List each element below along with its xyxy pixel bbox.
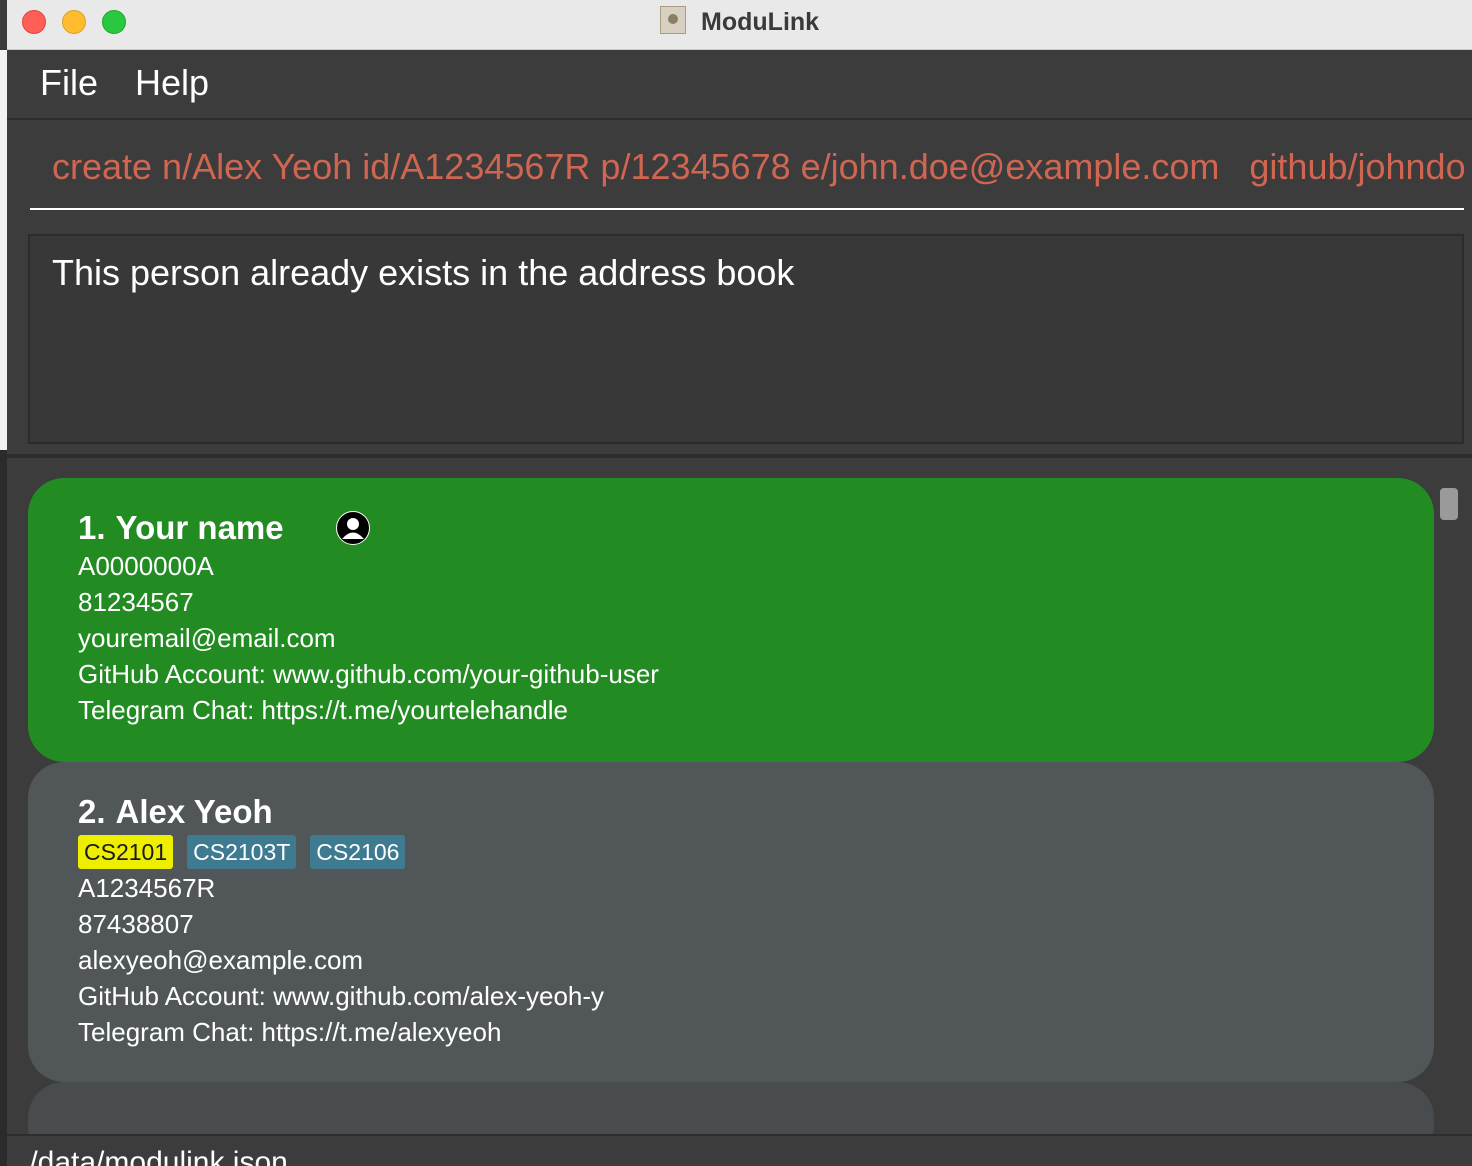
person-card[interactable]: 2. Alex Yeoh CS2101 CS2103T CS2106 A1234… — [28, 762, 1434, 1082]
user-profile-icon — [335, 511, 370, 545]
person-index: 1. — [78, 509, 106, 546]
person-student-id: A0000000A — [78, 551, 214, 581]
command-input[interactable]: create n/Alex Yeoh id/A1234567R p/123456… — [30, 122, 1464, 210]
person-card-header: 1. Your name — [78, 508, 1384, 548]
menu-help[interactable]: Help — [135, 62, 209, 104]
menu-bar: File Help — [7, 50, 1472, 120]
person-index: 2. — [78, 793, 106, 830]
background-window-strip-dark — [0, 450, 7, 1166]
module-tag: CS2106 — [310, 835, 406, 869]
save-location-text: ./data/modulink.json — [21, 1146, 288, 1166]
person-email: youremail@email.com — [78, 623, 336, 653]
command-box-area: create n/Alex Yeoh id/A1234567R p/123456… — [7, 122, 1472, 222]
module-tag: CS2103T — [187, 835, 297, 869]
result-message: This person already exists in the addres… — [52, 252, 795, 293]
status-bar: ./data/modulink.json — [7, 1134, 1472, 1166]
module-tag: CS2101 — [78, 835, 174, 869]
menu-file[interactable]: File — [40, 62, 98, 104]
person-name: Your name — [115, 509, 284, 546]
person-github: GitHub Account: www.github.com/your-gith… — [78, 659, 659, 689]
person-email: alexyeoh@example.com — [78, 945, 364, 975]
person-phone: 81234567 — [78, 587, 194, 617]
person-card-header: 2. Alex Yeoh — [78, 792, 1384, 832]
title-wrap: ModuLink — [7, 0, 1472, 50]
person-card-partial[interactable] — [28, 1082, 1434, 1134]
app-window: ModuLink File Help create n/Alex Yeoh id… — [7, 0, 1472, 1166]
person-card-self[interactable]: 1. Your name A0000000A 81234567 youremai… — [28, 478, 1434, 762]
command-input-text: create n/Alex Yeoh id/A1234567R p/123456… — [52, 146, 1464, 187]
title-bar: ModuLink — [7, 0, 1472, 50]
window-title: ModuLink — [701, 8, 820, 36]
list-scrollbar[interactable] — [1440, 488, 1458, 520]
person-telegram: Telegram Chat: https://t.me/alexyeoh — [78, 1017, 502, 1047]
person-name: Alex Yeoh — [115, 793, 273, 830]
person-list[interactable]: 1. Your name A0000000A 81234567 youremai… — [7, 458, 1472, 1134]
person-telegram: Telegram Chat: https://t.me/yourtelehand… — [78, 695, 568, 725]
background-window-strip — [0, 50, 7, 450]
address-book-app-icon — [659, 6, 686, 34]
person-github: GitHub Account: www.github.com/alex-yeoh… — [78, 981, 605, 1011]
person-phone: 87438807 — [78, 909, 194, 939]
person-student-id: A1234567R — [78, 873, 216, 903]
person-tags: CS2101 CS2103T CS2106 — [78, 834, 1384, 870]
result-display[interactable]: This person already exists in the addres… — [28, 234, 1464, 444]
